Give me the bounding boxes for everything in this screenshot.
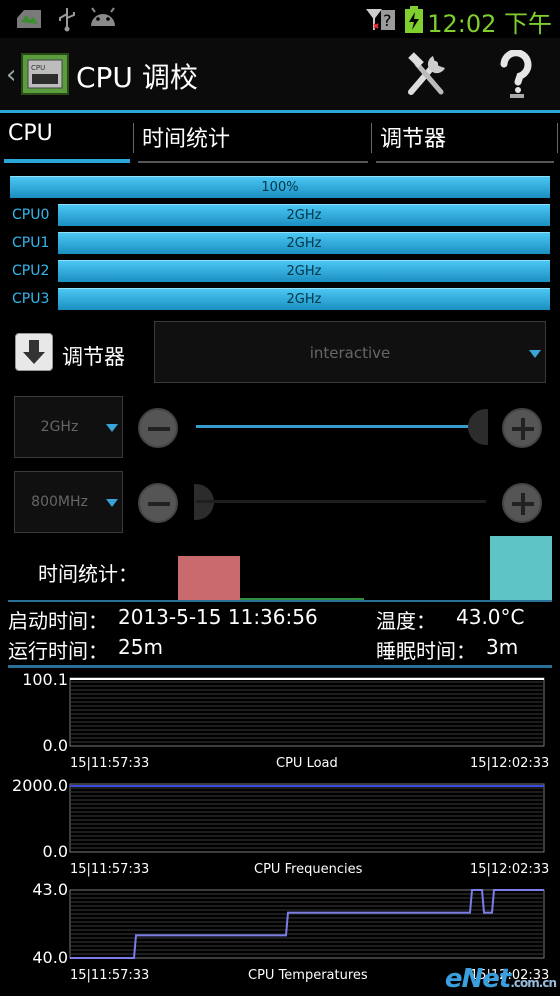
- tab-indicator: [4, 159, 130, 163]
- cpu1-bar: 2GHz: [58, 232, 550, 254]
- cpu2-label: CPU2: [12, 263, 50, 279]
- graph-frame: [69, 889, 545, 959]
- cpu3-bar: 2GHz: [58, 288, 550, 310]
- help-icon[interactable]: [496, 49, 536, 104]
- min-freq-increase-button[interactable]: [502, 483, 542, 523]
- boot-time-label: 启动时间：: [8, 609, 108, 633]
- uptime-value: 25m: [118, 635, 163, 659]
- watermark-logo: eNet.com.cn: [444, 964, 557, 994]
- governor-value: interactive: [309, 344, 391, 362]
- graph-title: CPU Load: [276, 756, 338, 771]
- tab-indicator: [376, 161, 554, 163]
- no-signal-icon: ?: [366, 6, 398, 36]
- governor-label: 调节器: [62, 345, 125, 369]
- cpu3-label: CPU3: [12, 291, 50, 307]
- cpu1-label: CPU1: [12, 235, 50, 251]
- cpu-load-graph: 100.1 0.0 15|11:57:33 CPU Load 15|12:02:…: [0, 670, 560, 776]
- max-freq-value: 2GHz: [40, 419, 79, 435]
- tab-separator: [557, 123, 558, 153]
- temperature-label: 温度：: [376, 609, 436, 633]
- time-stats-bar: [490, 536, 552, 600]
- dropdown-arrow-icon: [106, 424, 118, 432]
- tab-governor[interactable]: 调节器: [372, 113, 558, 165]
- section-divider: [8, 600, 552, 602]
- status-bar: ? 12:02 下午: [0, 0, 560, 38]
- time-stats-chart: [178, 536, 552, 600]
- section-divider: [8, 665, 552, 668]
- dropdown-arrow-icon: [529, 350, 541, 358]
- time-stats-bar: [178, 556, 240, 600]
- cpu1-freq: 2GHz: [286, 236, 322, 251]
- graph-x-start: 15|11:57:33: [70, 968, 150, 983]
- min-freq-select[interactable]: 800MHz: [14, 471, 123, 533]
- battery-charging-icon: [404, 6, 424, 38]
- graph-x-end: 15|12:02:33: [470, 862, 550, 877]
- tab-cpu[interactable]: CPU: [0, 113, 134, 165]
- min-freq-decrease-button[interactable]: [138, 483, 178, 523]
- graph-title: CPU Frequencies: [254, 862, 363, 877]
- cpu0-label: CPU0: [12, 207, 50, 223]
- back-icon[interactable]: ‹: [6, 60, 16, 90]
- tab-time-stats[interactable]: 时间统计: [134, 113, 372, 165]
- tab-time-stats-label: 时间统计: [142, 127, 231, 152]
- max-freq-slider-fill: [196, 425, 486, 428]
- android-debug-icon: [88, 6, 118, 34]
- max-freq-slider-track[interactable]: [196, 425, 486, 428]
- graph-title: CPU Temperatures: [248, 968, 368, 983]
- dropdown-arrow-icon: [106, 499, 118, 507]
- cpu3-freq: 2GHz: [286, 292, 322, 307]
- svg-text:?: ?: [383, 11, 392, 30]
- tools-icon[interactable]: [405, 52, 449, 102]
- minus-icon: [148, 502, 170, 506]
- max-freq-decrease-button[interactable]: [138, 408, 178, 448]
- min-freq-slider-track[interactable]: [196, 500, 486, 503]
- usb-icon: [56, 6, 78, 36]
- graph-frame: [69, 783, 545, 853]
- sleep-time-label: 睡眠时间：: [376, 639, 476, 663]
- cpu0-bar: 2GHz: [58, 204, 550, 226]
- boot-time-value: 2013-5-15 11:36:56: [118, 605, 318, 629]
- max-freq-increase-button[interactable]: [502, 408, 542, 448]
- svg-text:CPU: CPU: [31, 64, 45, 72]
- tab-bar: CPU 时间统计 调节器: [0, 113, 560, 165]
- graph-frame: [69, 677, 545, 747]
- download-icon[interactable]: [15, 333, 53, 371]
- temperature-value: 43.0°C: [456, 605, 525, 629]
- tab-indicator: [138, 161, 368, 163]
- graph-x-start: 15|11:57:33: [70, 862, 150, 877]
- cpu0-freq: 2GHz: [286, 208, 322, 223]
- max-freq-select[interactable]: 2GHz: [14, 396, 123, 458]
- cpu2-freq: 2GHz: [286, 264, 322, 279]
- cpu-chip-icon[interactable]: CPU: [20, 52, 70, 100]
- graph-x-end: 15|12:02:33: [470, 756, 550, 771]
- app-title: CPU 调校: [76, 61, 198, 94]
- uptime-label: 运行时间：: [8, 639, 108, 663]
- cpu2-bar: 2GHz: [58, 260, 550, 282]
- governor-select[interactable]: interactive: [154, 321, 546, 383]
- sleep-time-value: 3m: [486, 635, 519, 659]
- clock: 12:02 下午: [427, 10, 552, 38]
- minus-icon: [148, 427, 170, 431]
- tab-governor-label: 调节器: [380, 127, 447, 152]
- min-freq-value: 800MHz: [31, 494, 88, 510]
- cpu-frequencies-graph: 2000.0 0.0 15|11:57:33 CPU Frequencies 1…: [0, 776, 560, 882]
- cpu-total-bar: 100%: [10, 176, 550, 198]
- tab-cpu-label: CPU: [8, 121, 53, 146]
- time-stats-label: 时间统计：: [38, 562, 138, 586]
- max-freq-slider-thumb[interactable]: [468, 409, 488, 445]
- cpu-temperatures-line: [70, 889, 544, 959]
- graph-x-start: 15|11:57:33: [70, 756, 150, 771]
- cpu-total-value: 100%: [261, 180, 299, 195]
- action-bar: ‹ CPU CPU 调校: [0, 38, 560, 110]
- sd-card-icon: [14, 6, 44, 34]
